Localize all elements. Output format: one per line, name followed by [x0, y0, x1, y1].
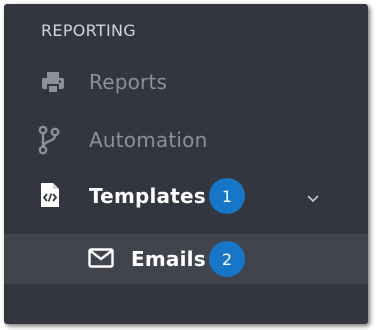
sidebar-item-label: Automation [89, 128, 208, 152]
sidebar-item-reports[interactable]: Reports [4, 64, 368, 104]
count-badge: 1 [209, 178, 245, 214]
sidebar-item-label: Reports [89, 70, 168, 94]
branch-icon [38, 125, 60, 159]
envelope-icon [88, 248, 114, 272]
printer-icon [40, 70, 66, 100]
code-file-icon [39, 182, 61, 212]
section-heading: REPORTING [41, 21, 136, 40]
sidebar-subitem-label: Emails [131, 247, 206, 271]
chevron-down-icon[interactable] [306, 189, 320, 208]
sidebar-item-automation[interactable]: Automation [4, 120, 368, 160]
count-badge: 2 [209, 241, 245, 277]
sidebar-subitem-emails[interactable]: Emails 2 [4, 234, 368, 284]
sidebar-panel: REPORTING Reports Automation Templates 1… [4, 4, 368, 324]
sidebar-item-label: Templates [89, 184, 206, 208]
